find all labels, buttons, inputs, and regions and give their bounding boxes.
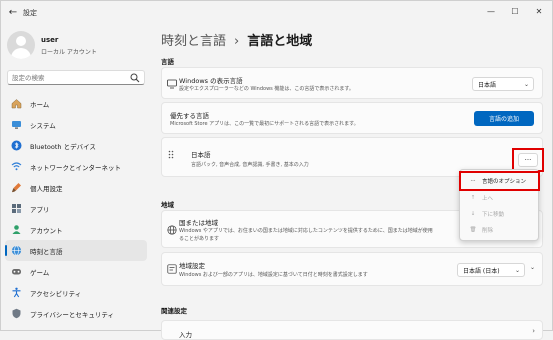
chevron-down-icon: ⌄ — [514, 267, 520, 274]
title-bar: ← 設定 — ☐ ✕ — [1, 1, 552, 23]
regional-format-subtitle: Windows および一部のアプリは、地域設定に基づいて日付と時刻を書式設定しま… — [179, 272, 368, 278]
add-language-button[interactable]: 言語の追加 — [474, 111, 534, 126]
chevron-down-icon: ⌄ — [523, 81, 529, 88]
sidebar-item-accounts[interactable]: アカウント — [5, 219, 147, 240]
globe-icon — [167, 225, 177, 235]
language-options-highlight — [459, 171, 540, 191]
sidebar-item-network[interactable]: ネットワークとインターネット — [5, 156, 147, 177]
close-icon[interactable]: ✕ — [527, 3, 551, 19]
sidebar-item-home[interactable]: ホーム — [5, 93, 147, 114]
sidebar-item-label: ゲーム — [30, 268, 50, 277]
sidebar-item-bluetooth[interactable]: Bluetooth とデバイス — [5, 135, 147, 156]
sidebar-nav: ホーム システム Bluetooth とデバイス ネットワークとインターネット — [1, 93, 151, 324]
brush-icon — [11, 182, 22, 193]
user-profile[interactable]: user ローカル アカウント — [7, 31, 147, 65]
page-title: 言語と地域 — [247, 34, 313, 49]
sidebar-item-personalization[interactable]: 個人用設定 — [5, 177, 147, 198]
menu-item-label: 削除 — [482, 227, 494, 234]
breadcrumb-separator: › — [234, 34, 240, 49]
display-language-select[interactable]: 日本語 ⌄ — [472, 77, 534, 91]
menu-item-label: 下に移動 — [482, 211, 505, 218]
home-icon — [11, 98, 22, 109]
language-features: 言語パック, 音声合成, 音声認識, 手書き, 基本の入力 — [191, 162, 309, 168]
menu-item-label: 上へ — [482, 195, 494, 202]
preferred-languages-card: 優先する言語 Microsoft Store アプリは、この一覧で最初にサポート… — [161, 102, 543, 134]
sidebar-item-label: プライバシーとセキュリティ — [30, 310, 114, 319]
regional-format-icon — [167, 264, 177, 274]
sidebar-item-label: 時刻と言語 — [30, 247, 63, 256]
sidebar-item-privacy[interactable]: プライバシーとセキュリティ — [5, 303, 147, 324]
apps-icon — [11, 203, 22, 214]
regional-format-select[interactable]: 日本語 (日本) ⌄ — [457, 263, 525, 277]
sidebar-item-gaming[interactable]: ゲーム — [5, 261, 147, 282]
section-title-region: 地域 — [161, 201, 174, 209]
sidebar-item-label: Bluetooth とデバイス — [30, 142, 96, 151]
breadcrumb: 時刻と言語 › 言語と地域 — [161, 30, 312, 49]
section-title-language: 言語 — [161, 58, 174, 66]
wifi-icon — [11, 161, 22, 172]
user-account-type: ローカル アカウント — [41, 49, 97, 56]
sidebar-item-label: アクセシビリティ — [30, 289, 82, 298]
search-box[interactable] — [7, 70, 145, 85]
regional-format-title: 地域設定 — [179, 262, 205, 270]
menu-item-move-up[interactable]: ↑ 上へ — [460, 191, 538, 204]
globe-clock-icon — [11, 245, 22, 256]
sidebar-item-label: 個人用設定 — [30, 184, 63, 193]
avatar — [7, 31, 35, 59]
user-name: user — [41, 36, 59, 44]
game-icon — [11, 266, 22, 277]
sidebar-item-system[interactable]: システム — [5, 114, 147, 135]
country-region-title: 国または地域 — [179, 219, 218, 227]
display-language-title: Windows の表示言語 — [179, 77, 243, 85]
display-language-card: Windows の表示言語 設定やエクスプローラーなどの Windows 機能は… — [161, 67, 543, 99]
sidebar-item-time-language[interactable]: 時刻と言語 — [5, 240, 147, 261]
back-arrow-icon[interactable]: ← — [7, 6, 19, 18]
sidebar-item-apps[interactable]: アプリ — [5, 198, 147, 219]
country-region-subtitle-2: ることがあります — [179, 236, 220, 242]
more-options-button[interactable]: ··· — [518, 153, 538, 167]
minimize-icon[interactable]: — — [479, 3, 503, 19]
maximize-icon[interactable]: ☐ — [503, 3, 527, 19]
sidebar-item-label: ネットワークとインターネット — [30, 163, 121, 172]
display-language-subtitle: 設定やエクスプローラーなどの Windows 機能は、この言語で表示されます。 — [179, 86, 354, 92]
sidebar-item-label: アカウント — [30, 226, 63, 235]
arrow-down-icon: ↓ — [470, 210, 476, 217]
search-input[interactable] — [12, 72, 122, 83]
sidebar-item-label: ホーム — [30, 100, 50, 109]
breadcrumb-parent[interactable]: 時刻と言語 — [161, 34, 226, 49]
regional-format-value: 日本語 (日本) — [463, 267, 500, 275]
related-input-card[interactable]: 入力 › — [161, 320, 543, 340]
preferred-languages-title: 優先する言語 — [170, 112, 209, 120]
settings-window: ← 設定 — ☐ ✕ user ローカル アカウント ホー — [0, 0, 553, 340]
display-language-value: 日本語 — [478, 81, 497, 89]
account-icon — [11, 224, 22, 235]
regional-format-card[interactable]: 地域設定 Windows および一部のアプリは、地域設定に基づいて日付と時刻を書… — [161, 252, 543, 286]
sidebar-item-accessibility[interactable]: アクセシビリティ — [5, 282, 147, 303]
search-icon[interactable] — [130, 73, 140, 83]
monitor-icon — [167, 79, 177, 89]
accessibility-icon — [11, 287, 22, 298]
country-region-subtitle-1: Windows やアプリでは、お住まいの国または地域に対応したコンテンツを提供す… — [179, 228, 433, 234]
drag-handle-icon[interactable] — [168, 150, 174, 159]
menu-item-remove[interactable]: 🗑 削除 — [460, 223, 538, 236]
language-name: 日本語 — [191, 151, 211, 159]
sidebar-item-label: システム — [30, 121, 56, 130]
system-icon — [11, 119, 22, 130]
section-title-related: 関連設定 — [161, 307, 187, 315]
menu-item-move-down[interactable]: ↓ 下に移動 — [460, 207, 538, 220]
arrow-up-icon: ↑ — [470, 194, 476, 201]
chevron-right-icon: › — [532, 327, 535, 335]
shield-icon — [11, 308, 22, 319]
sidebar-item-label: アプリ — [30, 205, 50, 214]
sidebar: user ローカル アカウント ホーム システム — [1, 23, 151, 332]
trash-icon: 🗑 — [469, 226, 477, 233]
expand-chevron-icon[interactable]: ⌄ — [530, 264, 535, 271]
preferred-languages-subtitle: Microsoft Store アプリは、この一覧で最初にサポートされる言語で表… — [170, 121, 359, 127]
app-title: 設定 — [23, 9, 37, 17]
bluetooth-icon — [11, 140, 22, 151]
